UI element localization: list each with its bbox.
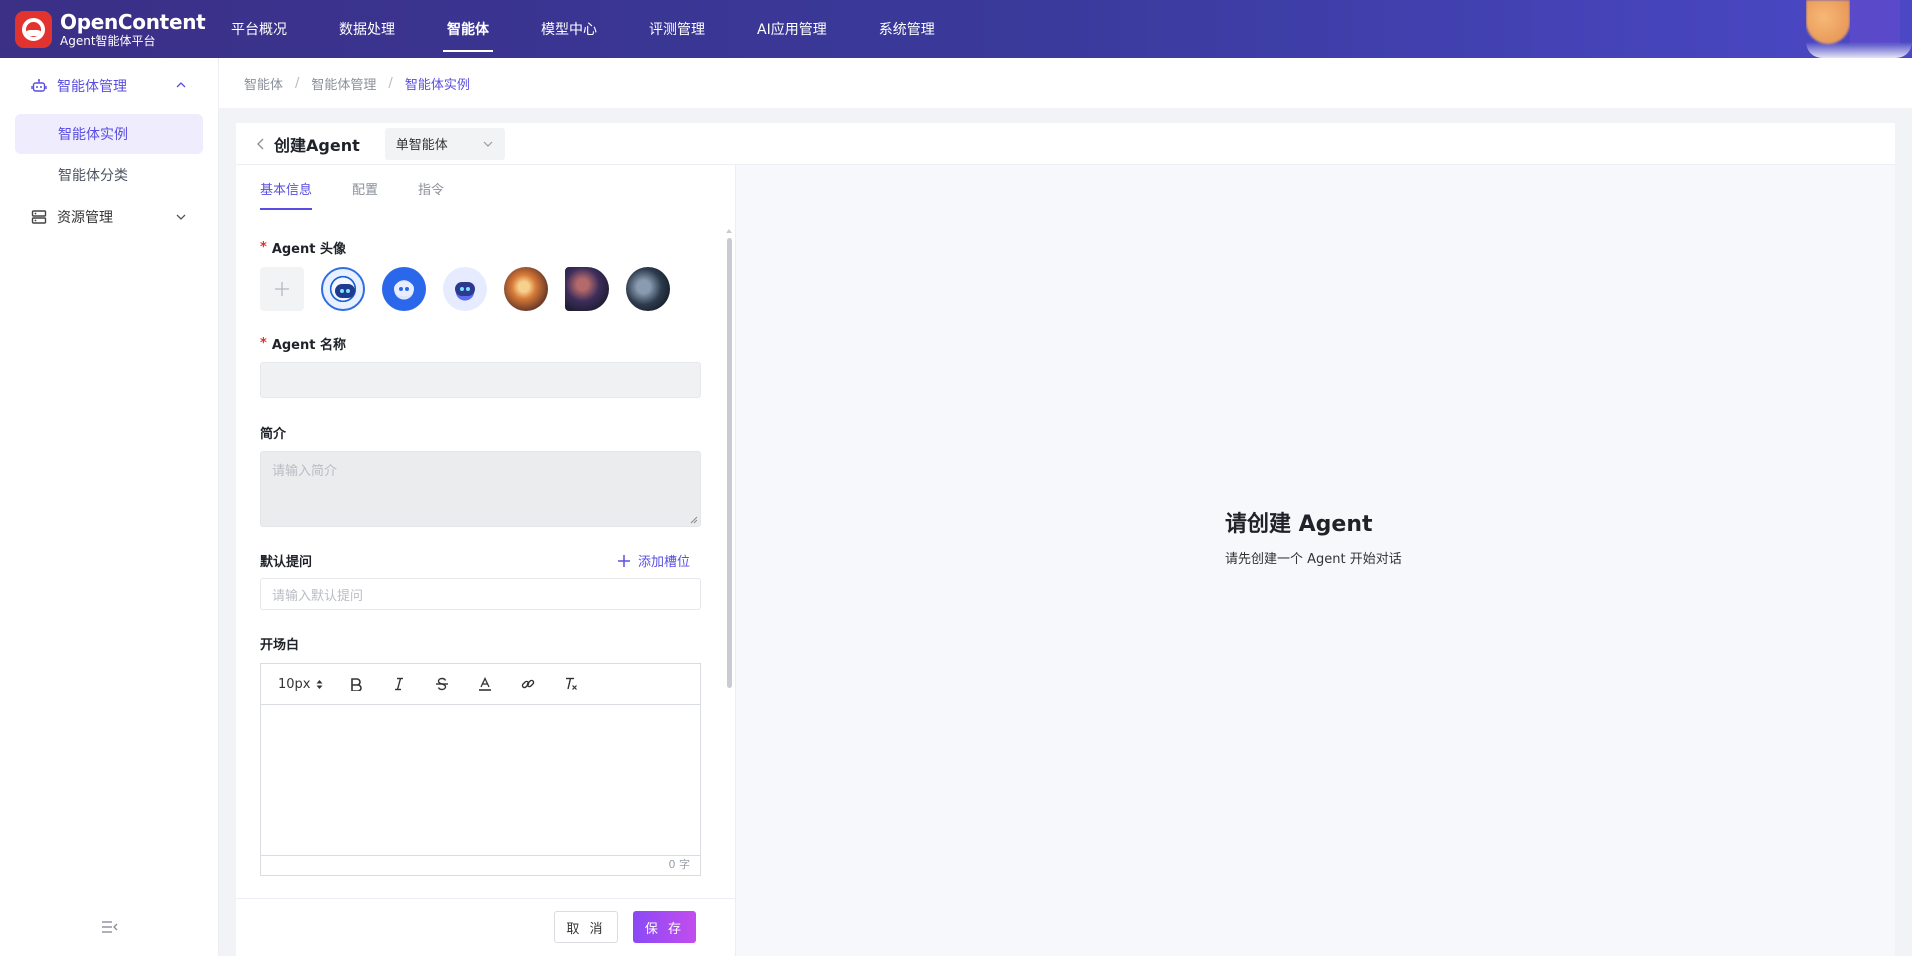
chevron-up-icon bbox=[176, 82, 186, 88]
clear-format-button[interactable] bbox=[562, 675, 581, 694]
tab-basic-info[interactable]: 基本信息 bbox=[260, 165, 313, 211]
breadcrumb-item-agent-instances: 智能体实例 bbox=[404, 77, 470, 93]
add-slot-button[interactable]: 添加槽位 bbox=[617, 551, 690, 570]
italic-icon bbox=[395, 677, 403, 691]
form-tabs: 基本信息 配置 指令 bbox=[236, 165, 735, 211]
intro-placeholder: 请输入简介 bbox=[272, 464, 338, 479]
strikethrough-button[interactable] bbox=[433, 675, 452, 694]
editor-toolbar: 10px bbox=[261, 664, 700, 705]
collapse-sidebar-icon[interactable] bbox=[101, 920, 119, 934]
breadcrumb-item-agents[interactable]: 智能体 bbox=[244, 74, 283, 93]
char-count: 0 字 bbox=[261, 855, 700, 875]
chevron-down-icon bbox=[176, 214, 186, 220]
user-avatar[interactable] bbox=[1806, 0, 1912, 58]
back-arrow-icon[interactable] bbox=[256, 138, 266, 150]
default-question-placeholder: 请输入默认提问 bbox=[272, 588, 364, 604]
breadcrumb-item-agent-management[interactable]: 智能体管理 bbox=[311, 74, 376, 93]
bold-button[interactable] bbox=[347, 675, 366, 694]
add-avatar-button[interactable] bbox=[260, 267, 304, 311]
sidebar: 智能体管理 智能体实例 智能体分类 资源管理 bbox=[0, 58, 219, 956]
avatar-label: * Agent 头像 bbox=[260, 240, 346, 257]
avatar-option-robot-2[interactable] bbox=[382, 267, 426, 311]
sidebar-group-resource-management[interactable]: 资源管理 bbox=[0, 195, 218, 239]
link-icon bbox=[521, 679, 535, 689]
scrollbar-thumb[interactable] bbox=[727, 238, 732, 688]
nav-item-ai-apps[interactable]: AI应用管理 bbox=[757, 0, 827, 58]
required-mark: * bbox=[260, 336, 267, 351]
intro-textarea[interactable]: 请输入简介 bbox=[260, 451, 701, 527]
link-button[interactable] bbox=[519, 675, 538, 694]
avatar-option-portrait-gray[interactable] bbox=[626, 267, 670, 311]
robot-icon bbox=[31, 79, 47, 92]
form-footer: 取 消 保 存 bbox=[236, 898, 736, 956]
sidebar-group-label: 资源管理 bbox=[57, 210, 113, 226]
plus-icon bbox=[275, 282, 289, 296]
empty-state-subtitle: 请先创建一个 Agent 开始对话 bbox=[1225, 552, 1402, 567]
basic-info-form: * Agent 头像 * Agent 名称 简介 请输入简介 默认提问 添加槽位… bbox=[260, 211, 705, 876]
chevron-down-icon bbox=[483, 141, 493, 147]
empty-state-title: 请创建 Agent bbox=[1225, 512, 1373, 537]
panel-header: 创建Agent 单智能体 bbox=[236, 123, 1895, 165]
empty-state: 请创建 Agent 请先创建一个 Agent 开始对话 bbox=[1225, 506, 1402, 567]
default-question-input[interactable]: 请输入默认提问 bbox=[260, 578, 701, 610]
create-agent-panel: 创建Agent 单智能体 基本信息 配置 指令 * Agent 头像 * Age… bbox=[236, 123, 1895, 956]
logo-subtitle: Agent智能体平台 bbox=[60, 33, 156, 48]
page-title: 创建Agent bbox=[274, 135, 360, 155]
editor-content-area[interactable] bbox=[261, 705, 700, 855]
breadcrumb: 智能体 / 智能体管理 / 智能体实例 bbox=[219, 58, 1912, 108]
sidebar-group-label: 智能体管理 bbox=[57, 79, 127, 95]
agent-type-select[interactable]: 单智能体 bbox=[384, 127, 505, 160]
opening-rich-text-editor: 10px 0 字 bbox=[260, 663, 701, 876]
avatar-option-abstract-orange[interactable] bbox=[504, 267, 548, 311]
bold-icon bbox=[351, 678, 362, 691]
agent-name-input[interactable] bbox=[260, 362, 701, 398]
chat-preview-pane: 请创建 Agent 请先创建一个 Agent 开始对话 bbox=[736, 165, 1895, 956]
clear-format-icon bbox=[566, 677, 577, 690]
logo-title: OpenContent bbox=[60, 9, 206, 34]
text-color-button[interactable] bbox=[476, 675, 495, 694]
tab-instructions[interactable]: 指令 bbox=[418, 165, 444, 211]
name-label: * Agent 名称 bbox=[260, 336, 346, 353]
nav-item-evaluation[interactable]: 评测管理 bbox=[649, 0, 705, 58]
resize-grip-icon[interactable] bbox=[690, 516, 698, 524]
sidebar-item-agent-instances[interactable]: 智能体实例 bbox=[15, 114, 203, 154]
avatar-option-portrait-dark[interactable] bbox=[565, 267, 609, 311]
default-question-label: 默认提问 bbox=[260, 555, 313, 570]
tab-config[interactable]: 配置 bbox=[352, 165, 378, 211]
nav-item-agents[interactable]: 智能体 bbox=[443, 0, 493, 58]
main-nav: 平台概况 数据处理 智能体 模型中心 评测管理 AI应用管理 系统管理 bbox=[231, 0, 987, 58]
avatar-option-robot-1[interactable] bbox=[321, 267, 365, 311]
intro-label: 简介 bbox=[260, 427, 287, 442]
agent-type-value: 单智能体 bbox=[395, 138, 448, 153]
opencontent-logo-icon bbox=[15, 10, 52, 48]
sort-arrows-icon bbox=[316, 679, 322, 689]
avatar-option-robot-3[interactable] bbox=[443, 267, 487, 311]
save-button[interactable]: 保 存 bbox=[633, 911, 696, 943]
italic-button[interactable] bbox=[390, 675, 409, 694]
server-icon bbox=[31, 210, 47, 224]
required-mark: * bbox=[260, 240, 267, 255]
nav-item-model-center[interactable]: 模型中心 bbox=[541, 0, 597, 58]
agent-form-pane: 基本信息 配置 指令 * Agent 头像 * Agent 名称 简介 请输入简… bbox=[236, 165, 736, 956]
font-size-select[interactable]: 10px bbox=[278, 677, 323, 692]
nav-item-system[interactable]: 系统管理 bbox=[879, 0, 935, 58]
sidebar-item-agent-categories[interactable]: 智能体分类 bbox=[15, 155, 203, 195]
top-navigation-bar: OpenContent Agent智能体平台 平台概况 数据处理 智能体 模型中… bbox=[0, 0, 1912, 58]
breadcrumb-separator: / bbox=[388, 75, 393, 91]
text-color-icon bbox=[479, 677, 491, 691]
strikethrough-icon bbox=[436, 677, 448, 691]
cancel-button[interactable]: 取 消 bbox=[554, 911, 618, 943]
opening-label: 开场白 bbox=[260, 638, 300, 653]
nav-item-overview[interactable]: 平台概况 bbox=[231, 0, 287, 58]
breadcrumb-separator: / bbox=[295, 75, 300, 91]
sidebar-group-agent-management[interactable]: 智能体管理 bbox=[0, 58, 218, 114]
avatar-picker bbox=[260, 267, 705, 311]
plus-icon bbox=[617, 554, 630, 567]
nav-item-data-processing[interactable]: 数据处理 bbox=[339, 0, 395, 58]
logo[interactable]: OpenContent Agent智能体平台 bbox=[15, 9, 225, 48]
